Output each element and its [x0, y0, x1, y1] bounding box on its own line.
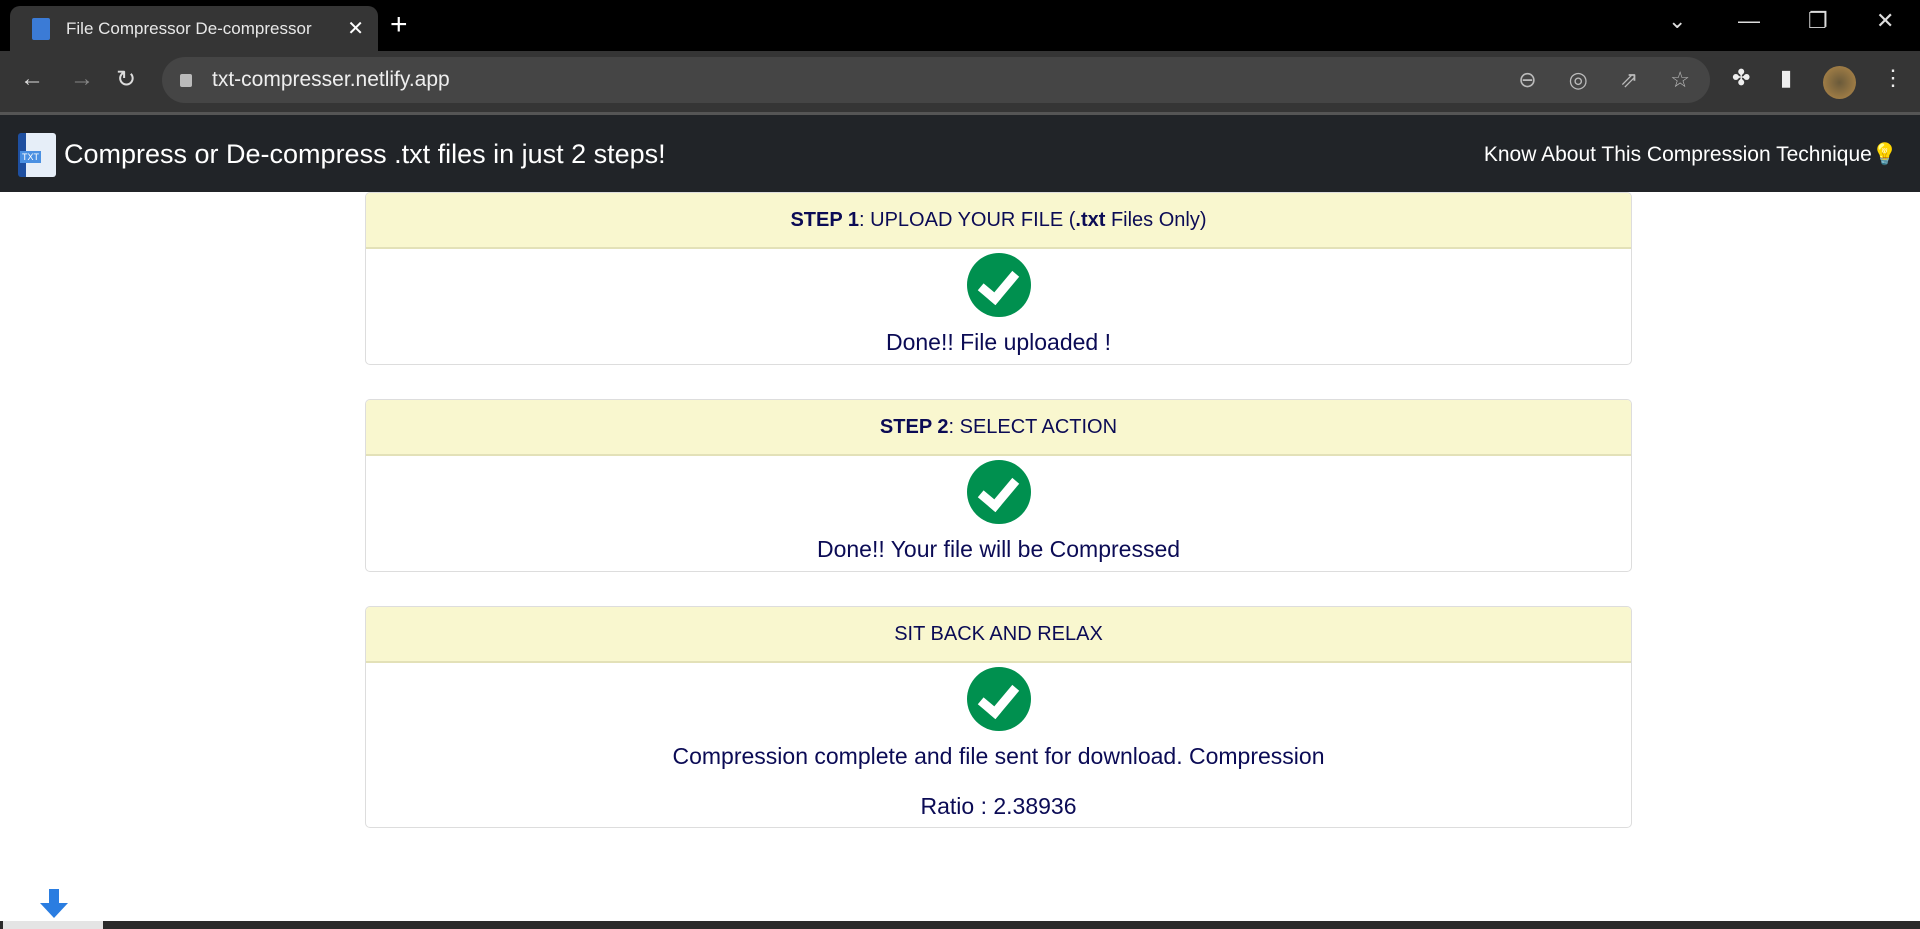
side-panel-icon[interactable]: ▮ [1780, 65, 1792, 91]
share-icon[interactable]: ⇗ [1620, 67, 1638, 93]
eye-off-icon[interactable]: ◎ [1569, 67, 1588, 93]
relax-card: SIT BACK AND RELAX Compression complete … [365, 606, 1632, 828]
close-window-icon[interactable]: ✕ [1876, 8, 1894, 34]
download-bar [0, 921, 1920, 929]
step2-card: STEP 2: SELECT ACTION Done!! Your file w… [365, 399, 1632, 572]
txt-file-icon [32, 17, 50, 40]
page-title: Compress or De-compress .txt files in ju… [64, 139, 666, 169]
download-arrow-icon[interactable] [39, 889, 69, 919]
relax-header: SIT BACK AND RELAX [366, 607, 1631, 663]
step2-status: Done!! Your file will be Compressed [816, 536, 1181, 562]
compression-status: Compression complete and file sent for d… [672, 743, 1325, 769]
extensions-icon[interactable]: ✤ [1732, 65, 1750, 91]
app-navbar: TXT Compress or De-compress .txt files i… [0, 115, 1920, 192]
know-link-label: Know About This Compression Technique [1483, 143, 1872, 166]
star-icon[interactable]: ☆ [1670, 67, 1690, 93]
step1-status: Done!! File uploaded ! [885, 329, 1112, 355]
restore-icon[interactable]: ❐ [1808, 8, 1828, 34]
compression-ratio: Ratio : 2.38936 [920, 793, 1077, 819]
back-icon[interactable]: ← [20, 65, 44, 93]
know-technique-link[interactable]: Know About This Compression Technique💡 [1484, 143, 1898, 167]
check-circle-icon [966, 667, 1031, 731]
minimize-icon[interactable]: — [1738, 8, 1760, 34]
tab-title: File Compressor De-compressor [66, 18, 312, 38]
check-circle-icon [966, 253, 1031, 317]
step1-header: STEP 1: UPLOAD YOUR FILE (.txt Files Onl… [366, 193, 1631, 249]
browser-tab[interactable]: File Compressor De-compressor ✕ [10, 6, 378, 51]
download-item[interactable] [3, 921, 103, 929]
step1-card: STEP 1: UPLOAD YOUR FILE (.txt Files Onl… [365, 192, 1632, 365]
tab-search-chevron-icon[interactable]: ⌄ [1668, 8, 1686, 34]
step2-header: STEP 2: SELECT ACTION [366, 400, 1631, 456]
zoom-out-icon[interactable]: ⊖ [1518, 67, 1536, 93]
avatar[interactable] [1823, 66, 1856, 99]
close-tab-icon[interactable]: ✕ [347, 16, 364, 41]
lightbulb-icon: 💡 [1871, 143, 1898, 166]
lock-icon [180, 73, 192, 87]
address-bar[interactable]: txt-compresser.netlify.app ⊖ ◎ ⇗ ☆ [162, 57, 1710, 103]
url-text: txt-compresser.netlify.app [212, 68, 450, 91]
browser-toolbar: ← → ↻ txt-compresser.netlify.app ⊖ ◎ ⇗ ☆… [0, 51, 1920, 115]
new-tab-icon[interactable]: + [390, 8, 408, 42]
reload-icon[interactable]: ↻ [116, 65, 136, 94]
txt-logo-icon: TXT [18, 133, 56, 177]
forward-icon[interactable]: → [70, 65, 94, 93]
tab-bar: File Compressor De-compressor ✕ + ⌄ — ❐ … [0, 0, 1920, 51]
check-circle-icon [966, 460, 1031, 524]
menu-icon[interactable]: ⋮ [1882, 65, 1904, 91]
